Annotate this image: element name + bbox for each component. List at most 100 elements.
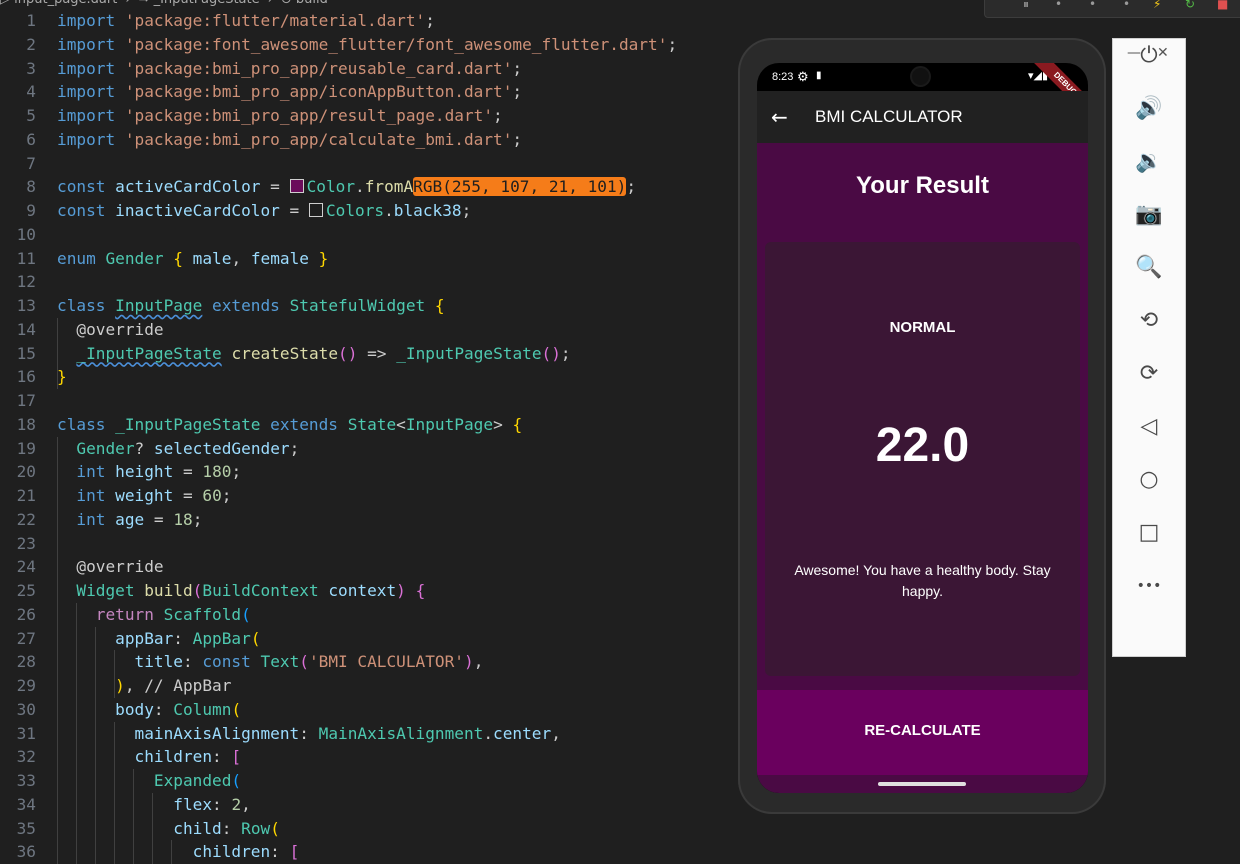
volume-down-icon[interactable]: 🔉 — [1133, 146, 1165, 178]
code-line[interactable]: 19 Gender? selectedGender; — [0, 437, 299, 461]
code-line[interactable]: 21 int weight = 60; — [0, 484, 231, 508]
code-token: < — [396, 415, 406, 434]
stop-icon[interactable]: ■ — [1217, 0, 1228, 11]
code-line[interactable]: 5import 'package:bmi_pro_app/result_page… — [0, 104, 503, 128]
code-line[interactable]: 17 — [0, 389, 57, 413]
code-line[interactable]: 24 @override — [0, 555, 164, 579]
result-title: Your Result — [757, 172, 1088, 200]
code-line[interactable]: 25 Widget build(BuildContext context) { — [0, 579, 425, 603]
code-line[interactable]: 11enum Gender { male, female } — [0, 247, 328, 271]
breadcrumb-segment[interactable]: ⇒ _InputPageState — [139, 0, 260, 7]
code-token — [57, 439, 76, 458]
code-token: Expanded — [154, 771, 232, 790]
line-number: 14 — [0, 318, 36, 342]
code-line[interactable]: 8const activeCardColor = Color.fromARGB(… — [0, 175, 636, 199]
breadcrumb-segment[interactable]: › — [125, 0, 130, 7]
pause-icon[interactable]: ⏸ — [1023, 0, 1029, 12]
code-line[interactable]: 9const inactiveCardColor = Colors.black3… — [0, 199, 471, 223]
code-token: male — [193, 249, 232, 268]
code-token: InputPage — [406, 415, 493, 434]
code-line[interactable]: 20 int height = 180; — [0, 460, 241, 484]
volume-up-icon[interactable]: 🔊 — [1133, 93, 1165, 125]
code-line[interactable]: 28 title: const Text('BMI CALCULATOR'), — [0, 650, 483, 674]
back-icon[interactable]: ◁ — [1133, 411, 1165, 443]
device-screen[interactable]: 8:23 ⚙ ▮ ▾◢▮ DEBUG ← BMI CALCULATOR Your… — [757, 63, 1088, 793]
code-line[interactable]: 4import 'package:bmi_pro_app/iconAppButt… — [0, 80, 522, 104]
breadcrumb-segment[interactable]: ⊙ build — [281, 0, 328, 7]
code-token: 'package:bmi_pro_app/result_page.dart' — [125, 106, 493, 125]
code-line[interactable]: 26 return Scaffold( — [0, 603, 251, 627]
code-token: ( — [251, 629, 261, 648]
code-line[interactable]: 2import 'package:font_awesome_flutter/fo… — [0, 33, 677, 57]
debug-toolbar[interactable]: ⏸ • • • ⚡ ↻ ■ — [984, 0, 1240, 18]
code-token: Gender — [105, 249, 173, 268]
code-line[interactable]: 22 int age = 18; — [0, 508, 202, 532]
camera-icon[interactable]: 📷 — [1133, 199, 1165, 231]
color-swatch[interactable] — [309, 203, 323, 217]
code-line[interactable]: 10 — [0, 223, 57, 247]
code-token: : — [173, 629, 192, 648]
code-line[interactable]: 13class InputPage extends StatefulWidget… — [0, 294, 445, 318]
code-line[interactable]: 23 — [0, 532, 57, 556]
color-swatch[interactable] — [290, 179, 304, 193]
rotate-left-icon[interactable]: ⟲ — [1133, 305, 1165, 337]
code-line[interactable]: 36 children: [ — [0, 840, 299, 864]
code-token: . — [483, 724, 493, 743]
code-line[interactable]: 33 Expanded( — [0, 769, 241, 793]
code-token: 'package:font_awesome_flutter/font_aweso… — [125, 35, 668, 54]
code-token: activeCardColor — [115, 177, 260, 196]
restart-icon[interactable]: ↻ — [1185, 0, 1195, 11]
step-into-icon[interactable]: • — [1089, 0, 1096, 11]
code-line[interactable]: 31 mainAxisAlignment: MainAxisAlignment.… — [0, 722, 561, 746]
code-line[interactable]: 6import 'package:bmi_pro_app/calculate_b… — [0, 128, 522, 152]
code-line[interactable]: 15 _InputPageState createState() => _Inp… — [0, 342, 571, 366]
code-line[interactable]: 18class _InputPageState extends State<In… — [0, 413, 522, 437]
gesture-nav-bar[interactable] — [878, 782, 966, 786]
code-token: flex — [173, 795, 212, 814]
code-token: ; — [493, 106, 503, 125]
code-line[interactable]: 14 @override — [0, 318, 164, 342]
line-number: 9 — [0, 199, 36, 223]
code-token: _InputPageState — [76, 344, 221, 363]
code-line[interactable]: 34 flex: 2, — [0, 793, 251, 817]
code-line[interactable]: 1import 'package:flutter/material.dart'; — [0, 9, 435, 33]
line-number: 36 — [0, 840, 36, 864]
code-token: extends — [202, 296, 289, 315]
code-line[interactable]: 30 body: Column( — [0, 698, 241, 722]
code-token: fromA — [365, 177, 413, 196]
code-line[interactable]: 7 — [0, 152, 57, 176]
code-token: children — [193, 842, 271, 861]
recalculate-button[interactable]: RE-CALCULATE — [757, 690, 1088, 775]
breadcrumb-segment[interactable]: ▷ input_page.dart — [0, 0, 117, 7]
code-line[interactable]: 12 — [0, 270, 57, 294]
code-token: int — [76, 486, 115, 505]
code-line[interactable]: 27 appBar: AppBar( — [0, 627, 261, 651]
hot-reload-icon[interactable]: ⚡ — [1153, 0, 1161, 11]
code-token: . — [355, 177, 365, 196]
code-token: ( — [299, 652, 309, 671]
code-line[interactable]: 35 child: Row( — [0, 817, 280, 841]
code-line[interactable]: 3import 'package:bmi_pro_app/reusable_ca… — [0, 57, 522, 81]
step-over-icon[interactable]: • — [1055, 0, 1062, 11]
breadcrumb-segment[interactable]: › — [268, 0, 273, 7]
line-number: 1 — [0, 9, 36, 33]
back-arrow-icon[interactable]: ← — [771, 105, 788, 129]
line-number: 5 — [0, 104, 36, 128]
code-token: child — [173, 819, 221, 838]
zoom-icon[interactable]: 🔍 — [1133, 252, 1165, 284]
rotate-right-icon[interactable]: ⟳ — [1133, 358, 1165, 390]
status-time: 8:23 — [772, 71, 793, 83]
code-token: { — [512, 415, 522, 434]
step-out-icon[interactable]: • — [1123, 0, 1130, 11]
power-icon[interactable]: ⏻ — [1133, 40, 1165, 72]
more-icon[interactable]: ••• — [1133, 570, 1165, 602]
code-token: : — [183, 652, 202, 671]
home-icon[interactable]: ○ — [1133, 464, 1165, 496]
code-line[interactable]: 29 ), // AppBar — [0, 674, 231, 698]
code-token: ; — [462, 201, 472, 220]
code-token: ; — [561, 344, 571, 363]
code-line[interactable]: 32 children: [ — [0, 745, 241, 769]
code-token: context — [328, 581, 396, 600]
overview-icon[interactable]: □ — [1133, 517, 1165, 549]
code-token: ) — [115, 676, 125, 695]
